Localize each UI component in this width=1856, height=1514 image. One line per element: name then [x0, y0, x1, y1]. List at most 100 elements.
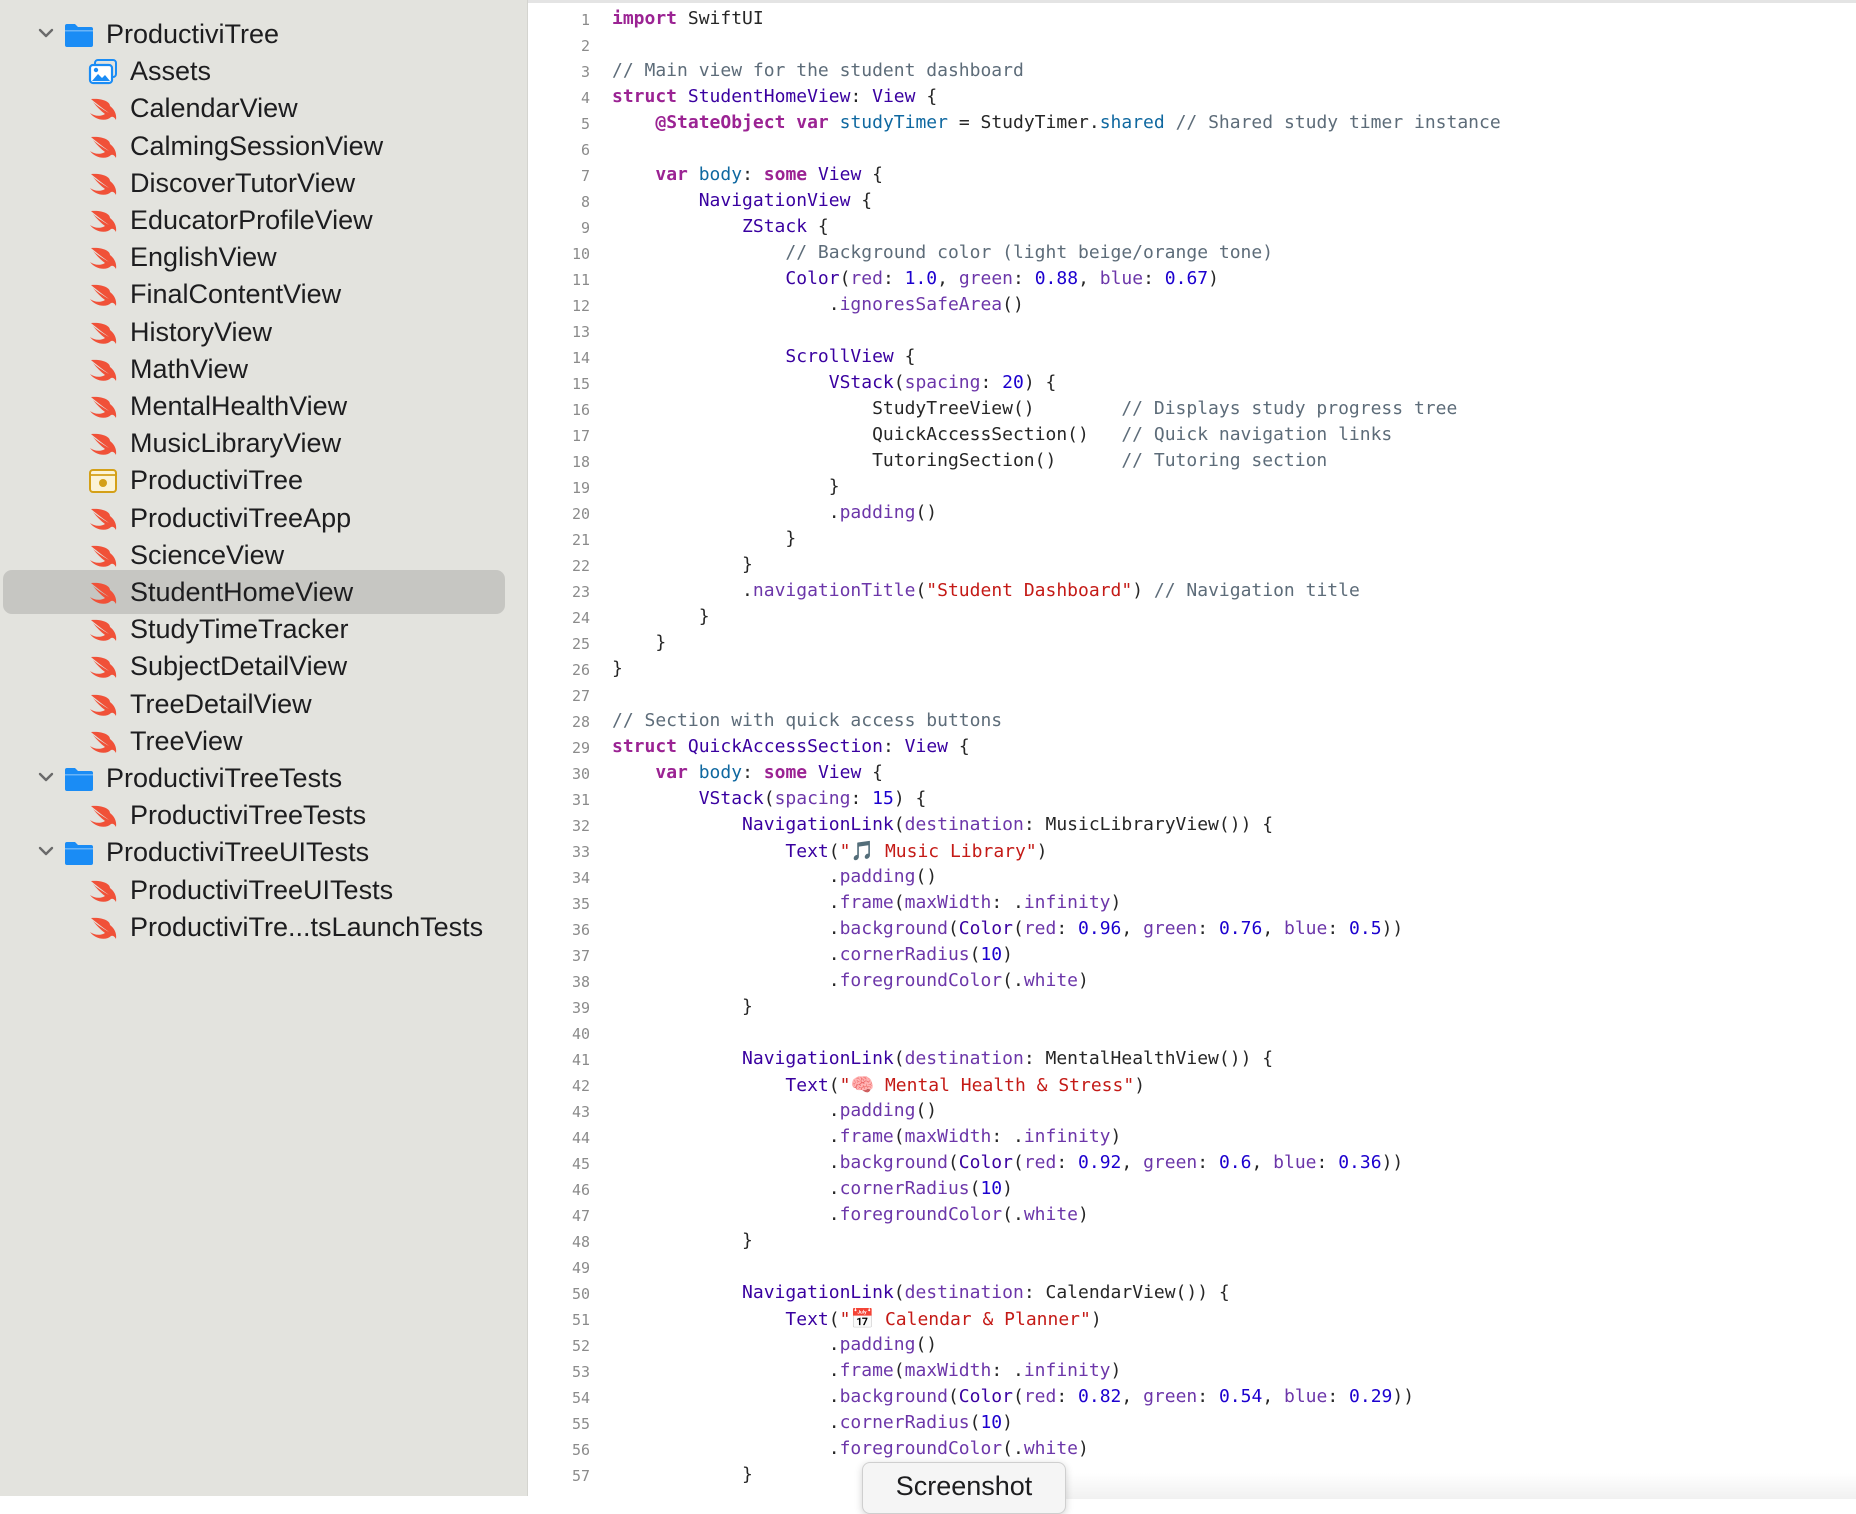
line-number: 43 — [571, 1103, 590, 1121]
code-line[interactable]: 52 .padding() — [528, 1332, 1856, 1358]
code-line[interactable]: 22 } — [528, 552, 1856, 578]
code-line[interactable]: 49 — [528, 1254, 1856, 1280]
line-number: 54 — [571, 1389, 590, 1407]
code-text: .frame(maxWidth: .infinity) — [612, 1126, 1122, 1147]
code-line[interactable]: 35 .frame(maxWidth: .infinity) — [528, 890, 1856, 916]
code-line[interactable]: 20 .padding() — [528, 500, 1856, 526]
code-text: QuickAccessSection() // Quick navigation… — [612, 424, 1393, 445]
code-line[interactable]: 36 .background(Color(red: 0.96, green: 0… — [528, 916, 1856, 942]
code-line[interactable]: 37 .cornerRadius(10) — [528, 942, 1856, 968]
code-line[interactable]: 16 StudyTreeView() // Displays study pro… — [528, 396, 1856, 422]
code-text: ZStack { — [742, 216, 829, 237]
code-line[interactable]: 29 struct QuickAccessSection: View { — [528, 734, 1856, 760]
code-line[interactable]: 28 // Section with quick access buttons — [528, 708, 1856, 734]
code-line[interactable]: 19 } — [528, 474, 1856, 500]
code-line[interactable]: 40 — [528, 1020, 1856, 1046]
code-line[interactable]: 18 TutoringSection() // Tutoring section — [528, 448, 1856, 474]
folder-icon — [64, 765, 94, 793]
code-line[interactable]: 50 NavigationLink(destination: CalendarV… — [528, 1280, 1856, 1306]
code-line[interactable]: 53 .frame(maxWidth: .infinity) — [528, 1358, 1856, 1384]
code-line[interactable]: 56 .foregroundColor(.white) — [528, 1436, 1856, 1462]
code-line[interactable]: 14 ScrollView { — [528, 344, 1856, 370]
line-number: 30 — [571, 765, 590, 783]
code-line[interactable]: 12 .ignoresSafeArea() — [528, 292, 1856, 318]
line-number: 36 — [571, 921, 590, 939]
line-number: 17 — [571, 427, 590, 445]
code-text: .padding() — [612, 1334, 938, 1355]
code-line[interactable]: 1 import SwiftUI — [528, 6, 1856, 32]
code-text: NavigationView { — [698, 190, 873, 211]
code-line[interactable]: 26} — [528, 656, 1856, 682]
code-line[interactable]: 43 .padding() — [528, 1098, 1856, 1124]
code-line[interactable]: 55 .cornerRadius(10) — [528, 1410, 1856, 1436]
code-line[interactable]: 9 ZStack { — [528, 214, 1856, 240]
swift-file-icon — [88, 542, 118, 570]
code-line[interactable]: 33 Text("🎵 Music Library") — [528, 838, 1856, 864]
swift-file-icon — [88, 914, 118, 942]
line-number: 42 — [571, 1077, 590, 1095]
code-line[interactable]: 11 Color(red: 1.0, green: 0.88, blue: 0.… — [528, 266, 1856, 292]
code-line[interactable]: 21 } — [528, 526, 1856, 552]
line-number: 48 — [571, 1233, 590, 1251]
line-number: 47 — [571, 1207, 590, 1225]
navigator-file-row[interactable]: ProductiviTre...tsLaunchTests — [0, 905, 527, 949]
swift-file-icon — [88, 95, 118, 123]
screenshot-tooltip: Screenshot — [862, 1462, 1066, 1514]
swift-file-icon — [88, 170, 118, 198]
code-text: NavigationLink(destination: MentalHealth… — [742, 1048, 1274, 1069]
code-line[interactable]: 30 var body: some View { — [528, 760, 1856, 786]
code-line[interactable]: 51 Text("📅 Calendar & Planner") — [528, 1306, 1856, 1332]
code-line[interactable]: 46 .cornerRadius(10) — [528, 1176, 1856, 1202]
code-line[interactable]: 44 .frame(maxWidth: .infinity) — [528, 1124, 1856, 1150]
code-line[interactable]: 10 // Background color (light beige/oran… — [528, 240, 1856, 266]
code-line[interactable]: 17 QuickAccessSection() // Quick navigat… — [528, 422, 1856, 448]
code-line[interactable]: 8 NavigationView { — [528, 188, 1856, 214]
code-line[interactable]: 27 — [528, 682, 1856, 708]
code-text: } — [612, 658, 623, 679]
code-line[interactable]: 41 NavigationLink(destination: MentalHea… — [528, 1046, 1856, 1072]
code-text: .foregroundColor(.white) — [612, 1204, 1089, 1225]
code-line[interactable]: 15 VStack(spacing: 20) { — [528, 370, 1856, 396]
code-line[interactable]: 47 .foregroundColor(.white) — [528, 1202, 1856, 1228]
code-line[interactable]: 2 — [528, 32, 1856, 58]
code-line[interactable]: 32 NavigationLink(destination: MusicLibr… — [528, 812, 1856, 838]
line-number: 57 — [571, 1467, 590, 1485]
swift-file-icon — [88, 281, 118, 309]
navigator-item-label: ProductiviTre...tsLaunchTests — [130, 912, 484, 942]
line-number: 51 — [571, 1311, 590, 1329]
disclosure-chevron-icon[interactable] — [35, 766, 57, 788]
code-text: Text("📅 Calendar & Planner") — [785, 1308, 1102, 1330]
swift-file-icon — [88, 244, 118, 272]
code-line[interactable]: 5 @StateObject var studyTimer = StudyTim… — [528, 110, 1856, 136]
line-number: 29 — [571, 739, 590, 757]
code-text: StudyTreeView() // Displays study progre… — [612, 398, 1458, 419]
code-line[interactable]: 45 .background(Color(red: 0.92, green: 0… — [528, 1150, 1856, 1176]
code-line[interactable]: 42 Text("🧠 Mental Health & Stress") — [528, 1072, 1856, 1098]
line-number: 55 — [571, 1415, 590, 1433]
code-line[interactable]: 23 .navigationTitle("Student Dashboard")… — [528, 578, 1856, 604]
swift-file-icon — [88, 133, 118, 161]
code-line[interactable]: 24 } — [528, 604, 1856, 630]
code-line[interactable]: 25 } — [528, 630, 1856, 656]
code-text: } — [612, 1230, 753, 1251]
code-editor[interactable]: 1 import SwiftUI 2 3// Main view for the st… — [528, 0, 1856, 1499]
swift-file-icon — [88, 653, 118, 681]
code-line[interactable]: 7 var body: some View { — [528, 162, 1856, 188]
code-line[interactable]: 39 } — [528, 994, 1856, 1020]
code-line[interactable]: 31 VStack(spacing: 15) { — [528, 786, 1856, 812]
disclosure-chevron-icon[interactable] — [35, 22, 57, 44]
line-number: 31 — [571, 791, 590, 809]
code-line[interactable]: 4 struct StudentHomeView: View { — [528, 84, 1856, 110]
code-text: } — [612, 1464, 753, 1485]
code-line[interactable]: 48 } — [528, 1228, 1856, 1254]
code-line[interactable]: 38 .foregroundColor(.white) — [528, 968, 1856, 994]
code-line[interactable]: 34 .padding() — [528, 864, 1856, 890]
code-line[interactable]: 54 .background(Color(red: 0.82, green: 0… — [528, 1384, 1856, 1410]
code-line[interactable]: 3 // Main view for the student dashboard — [528, 58, 1856, 84]
disclosure-chevron-icon[interactable] — [35, 840, 57, 862]
line-number: 6 — [580, 141, 590, 159]
code-line[interactable]: 13 — [528, 318, 1856, 344]
code-text: } — [612, 632, 667, 653]
code-line[interactable]: 6 — [528, 136, 1856, 162]
code-text: NavigationLink(destination: MusicLibrary… — [742, 814, 1274, 835]
